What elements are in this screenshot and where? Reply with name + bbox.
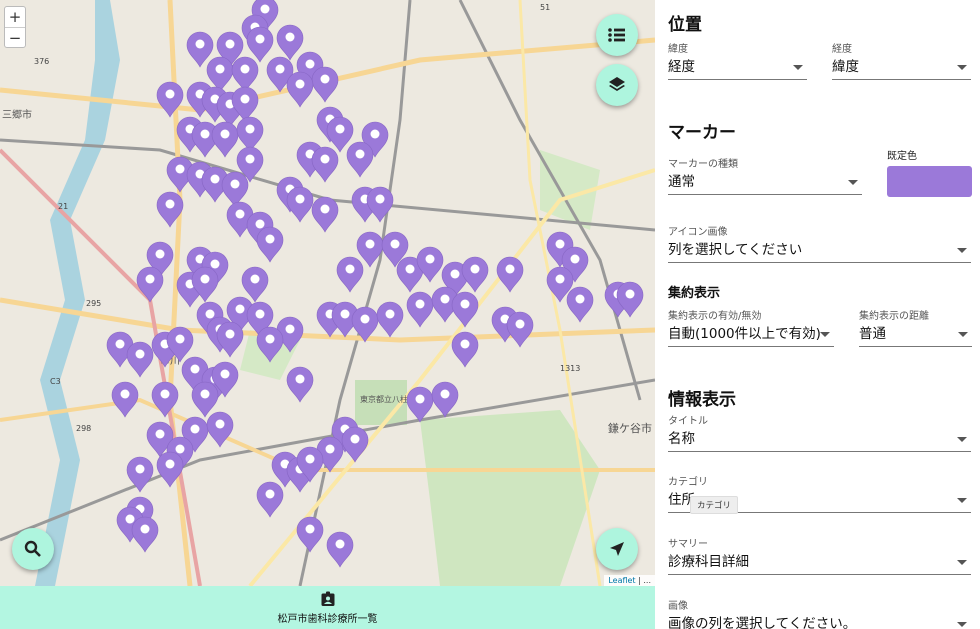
field-value: 通常 (668, 174, 695, 190)
caret-down-icon (957, 65, 967, 70)
field-value: 名称 (668, 431, 695, 447)
zoom-control: + − (4, 6, 26, 48)
road-label: 376 (34, 57, 49, 66)
section-title-cluster: 集約表示 (668, 286, 721, 301)
road-label: C3 (50, 377, 61, 386)
road-label: 51 (540, 3, 550, 12)
app-root: 三郷市 市川 鎌ケ谷市 東京都立八柱霊園 376 51 21 295 298 1… (0, 0, 980, 629)
caret-down-icon (820, 332, 830, 337)
image-select: 画像 画像の列を選択してください。 (668, 600, 971, 629)
field-value: 診療科目詳細 (668, 554, 749, 570)
road-label: 298 (76, 424, 91, 433)
marker-type-dropdown[interactable]: 通常 (668, 171, 862, 195)
caret-down-icon (957, 437, 967, 442)
field-label: カテゴリ (668, 477, 708, 488)
summary-select: サマリー 診療科目詳細 (668, 538, 971, 575)
caret-down-icon (848, 180, 858, 185)
marker-type-select: マーカーの種類 通常 (668, 158, 862, 195)
caret-down-icon (793, 65, 803, 70)
dataset-title: 松戸市歯科診療所一覧 (277, 613, 378, 625)
longitude-select: 経度 緯度 (832, 43, 971, 80)
place-label: 鎌ケ谷市 (608, 421, 652, 435)
settings-panel: 位置 緯度 経度 経度 緯度 マーカー マーカーの種類 通常 既定色 アイコン画… (655, 0, 980, 629)
attribution-text: | ... (635, 576, 651, 585)
caret-down-icon (958, 332, 968, 337)
field-value: 普通 (859, 326, 886, 342)
field-value: 緯度 (832, 59, 859, 75)
field-label: 集約表示の有効/無効 (668, 311, 762, 322)
field-label: 既定色 (887, 151, 917, 162)
field-label: 画像 (668, 601, 688, 612)
road-label: 21 (58, 202, 68, 211)
dataset-title-bar[interactable]: 松戸市歯科診療所一覧 (0, 586, 655, 629)
caret-down-icon (957, 498, 967, 503)
caret-down-icon (957, 248, 967, 253)
field-label: マーカーの種類 (668, 159, 738, 170)
icon-image-select: アイコン画像 列を選択してください (668, 226, 971, 263)
list-icon (608, 28, 625, 42)
map-tiles[interactable]: 三郷市 市川 鎌ケ谷市 東京都立八柱霊園 376 51 21 295 298 1… (0, 0, 655, 586)
field-label: アイコン画像 (668, 227, 728, 238)
search-icon (24, 540, 41, 557)
field-label: 集約表示の距離 (859, 311, 929, 322)
road-label: 1313 (560, 364, 580, 373)
road-label: 295 (86, 299, 101, 308)
section-title-position: 位置 (668, 15, 702, 35)
caret-down-icon (957, 622, 967, 627)
zoom-out-button[interactable]: − (5, 27, 25, 47)
field-value: 経度 (668, 59, 695, 75)
section-title-info: 情報表示 (668, 390, 736, 410)
icon-image-dropdown[interactable]: 列を選択してください (668, 239, 971, 263)
list-button[interactable] (596, 14, 638, 56)
cluster-distance-select: 集約表示の距離 普通 (859, 310, 972, 347)
field-label: 経度 (832, 44, 852, 55)
default-color-field: 既定色 (887, 150, 972, 163)
title-field-dropdown[interactable]: 名称 (668, 428, 971, 452)
section-title-marker: マーカー (668, 123, 736, 143)
category-tooltip: カテゴリ (690, 496, 739, 514)
field-value: 自動(1000件以上で有効) (668, 326, 821, 342)
zoom-in-button[interactable]: + (5, 7, 25, 27)
cluster-enable-select: 集約表示の有効/無効 自動(1000件以上で有効) (668, 310, 834, 347)
field-label: タイトル (668, 416, 708, 427)
default-color-swatch[interactable] (887, 166, 972, 197)
locate-button[interactable] (596, 528, 638, 570)
latitude-dropdown[interactable]: 経度 (668, 56, 807, 80)
latitude-select: 緯度 経度 (668, 43, 807, 80)
contact-badge-icon (321, 591, 334, 606)
caret-down-icon (957, 560, 967, 565)
navigation-arrow-icon (610, 542, 624, 556)
search-button[interactable] (12, 528, 54, 570)
place-label: 三郷市 (2, 108, 32, 121)
cluster-distance-dropdown[interactable]: 普通 (859, 323, 972, 347)
field-label: 緯度 (668, 44, 688, 55)
field-label: サマリー (668, 539, 708, 550)
longitude-dropdown[interactable]: 緯度 (832, 56, 971, 80)
title-field-select: タイトル 名称 (668, 415, 971, 452)
field-value: 画像の列を選択してください。 (668, 616, 857, 629)
summary-dropdown[interactable]: 診療科目詳細 (668, 551, 971, 575)
image-dropdown[interactable]: 画像の列を選択してください。 (668, 613, 971, 629)
layers-button[interactable] (596, 64, 638, 106)
cluster-enable-dropdown[interactable]: 自動(1000件以上で有効) (668, 323, 834, 347)
map-view[interactable]: 三郷市 市川 鎌ケ谷市 東京都立八柱霊園 376 51 21 295 298 1… (0, 0, 655, 586)
field-value: 列を選択してください (668, 242, 803, 258)
leaflet-link[interactable]: Leaflet (608, 576, 635, 585)
layers-icon (609, 77, 625, 91)
map-attribution: Leaflet | ... (604, 575, 655, 586)
